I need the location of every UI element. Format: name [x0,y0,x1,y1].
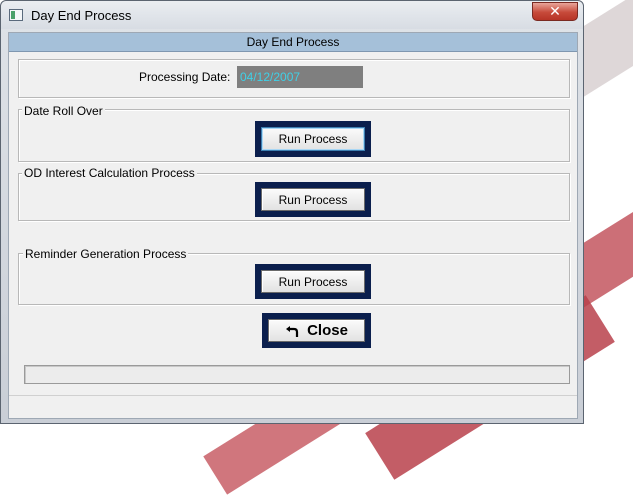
processing-date-field[interactable]: 04/12/2007 [237,66,363,88]
date-roll-over-button-frame: Run Process [255,121,371,157]
status-bar [24,365,570,384]
od-interest-run-button[interactable]: Run Process [261,188,365,211]
window-titlebar[interactable]: Day End Process ✕ [1,1,583,29]
date-roll-over-legend: Date Roll Over [22,104,105,118]
divider [9,395,577,396]
date-roll-over-run-button[interactable]: Run Process [261,127,365,151]
close-button-frame: Close [262,313,371,348]
reminder-generation-run-button[interactable]: Run Process [261,270,365,293]
reminder-generation-button-frame: Run Process [255,264,371,299]
close-button[interactable]: Close [268,319,365,342]
undo-arrow-icon [285,325,299,337]
app-icon [9,9,23,21]
form-client-area: Day End Process Processing Date: 04/12/2… [8,32,578,419]
window-title: Day End Process [31,8,132,23]
day-end-process-window: Day End Process ✕ Day End Process Proces… [0,0,584,424]
form-header: Day End Process [9,33,577,52]
reminder-generation-legend: Reminder Generation Process [23,247,189,261]
window-close-button[interactable]: ✕ [532,2,578,21]
od-interest-legend: OD Interest Calculation Process [22,166,197,180]
od-interest-button-frame: Run Process [255,182,371,217]
close-button-label: Close [307,322,348,339]
close-icon: ✕ [549,3,561,19]
processing-date-label: Processing Date: [139,70,231,84]
